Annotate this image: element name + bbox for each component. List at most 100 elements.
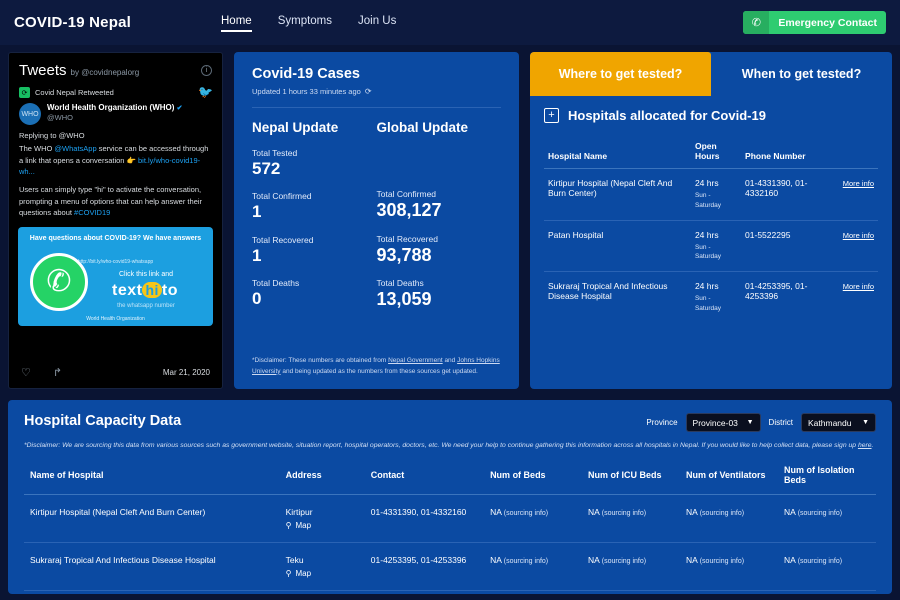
tweet-actions: ♡ ↱ Mar 21, 2020	[9, 358, 222, 388]
na-note: (sourcing info)	[504, 510, 548, 517]
col-num-of-isolation-beds: Num of Isolation Beds	[778, 465, 876, 495]
media-text-hi: texthito	[89, 282, 201, 300]
tweet-body-2-text: Users can simply type "hi" to activate t…	[19, 185, 202, 217]
app-root: COVID-19 Nepal Home Symptoms Join Us ✆ E…	[0, 0, 900, 600]
cell-num-icu-beds: NA (sourcing info)	[582, 542, 680, 590]
district-select[interactable]: Kathmandu ▼	[801, 413, 876, 432]
top-row: Tweets by @covidnepalorg i ⟳ Covid Nepal…	[8, 52, 892, 389]
capacity-filters: Province Province-03 ▼ District Kathmand…	[646, 413, 876, 432]
stat-label: Total Recovered	[377, 234, 502, 244]
cell-more-info: More info	[835, 220, 878, 272]
cell-hospital-name: Patan Hospital	[544, 220, 691, 272]
stat-total-deaths-nepal: Total Deaths 0	[252, 278, 377, 309]
table-row: Kirtipur Hospital (Nepal Cleft And Burn …	[544, 169, 878, 221]
hours-sub: Sun - Saturday	[695, 191, 737, 211]
nepal-update-heading: Nepal Update	[252, 120, 377, 135]
capacity-disclaimer: *Disclaimer: We are sourcing this data f…	[24, 441, 876, 452]
tab-where-to-get-tested[interactable]: Where to get tested?	[530, 52, 711, 96]
map-pin-icon: ⚲	[286, 569, 292, 578]
refresh-icon[interactable]: ⟳	[365, 87, 372, 96]
tweet-author-name-text: World Health Organization (WHO)	[47, 103, 174, 112]
tweet-replying-to: Replying to @WHO	[9, 129, 222, 143]
na-note: (sourcing info)	[602, 510, 646, 517]
hospitals-table-body: Kirtipur Hospital (Nepal Cleft And Burn …	[544, 169, 878, 323]
cell-hospital-name: Kirtipur Hospital (Nepal Cleft And Burn …	[24, 494, 280, 542]
stat-label: Total Recovered	[252, 235, 377, 245]
cell-hospital-name: Kirtipur Hospital (Nepal Cleft And Burn …	[544, 169, 691, 221]
capacity-header: Hospital Capacity Data Province Province…	[24, 413, 876, 432]
stat-label: Total Tested	[252, 148, 377, 158]
na-value: NA	[686, 555, 697, 565]
hours-main: 24 hrs	[695, 178, 737, 188]
info-icon[interactable]: i	[201, 65, 212, 76]
col-num-of-ventilators: Num of Ventilators	[680, 465, 778, 495]
district-value: Kathmandu	[808, 418, 851, 428]
cell-open-hours: 24 hrs Sun - Saturday	[691, 220, 741, 272]
retweet-icon: ⟳	[19, 87, 30, 98]
cell-num-isolation-beds: NA (sourcing info)	[778, 542, 876, 590]
media-sub: the whatsapp number	[91, 303, 201, 309]
cell-num-beds: NA (sourcing info)	[484, 494, 582, 542]
retweet-banner: ⟳ Covid Nepal Retweeted 🐦	[9, 85, 222, 103]
tweet-hashtag[interactable]: #COVID19	[74, 208, 110, 217]
province-label: Province	[646, 418, 677, 427]
more-info-link[interactable]: More info	[843, 282, 874, 291]
cell-num-beds: NA (sourcing info)	[484, 542, 582, 590]
stat-value: 1	[252, 201, 377, 222]
na-note: (sourcing info)	[700, 558, 744, 565]
more-info-link[interactable]: More info	[843, 231, 874, 240]
plus-box-icon[interactable]: +	[544, 108, 559, 123]
hospitals-table: Hospital Name Open Hours Phone Number Ki…	[544, 133, 878, 323]
na-note: (sourcing info)	[798, 558, 842, 565]
stat-value: 1	[252, 245, 377, 266]
cell-address: Teku ⚲Map	[280, 542, 365, 590]
address-text: Kirtipur	[286, 507, 359, 517]
emergency-contact-label: Emergency Contact	[769, 17, 886, 29]
province-select[interactable]: Province-03 ▼	[686, 413, 761, 432]
nepal-government-link[interactable]: Nepal Government	[388, 357, 443, 364]
col-phone-number: Phone Number	[741, 133, 835, 169]
brand-logo[interactable]: COVID-19 Nepal	[14, 14, 131, 31]
phone-icon: ✆	[743, 11, 769, 34]
whatsapp-icon: ✆	[30, 253, 88, 311]
more-info-link[interactable]: More info	[843, 179, 874, 188]
tweets-header: Tweets by @covidnepalorg i	[9, 53, 222, 85]
col-num-of-beds: Num of Beds	[484, 465, 582, 495]
media-to-word: to	[162, 282, 178, 299]
twitter-bird-icon: 🐦	[198, 85, 213, 99]
table-header-row: Name of Hospital Address Contact Num of …	[24, 465, 876, 495]
tweets-title: Tweets	[19, 62, 67, 79]
stat-total-confirmed-nepal: Total Confirmed 1	[252, 191, 377, 222]
nav-item-home[interactable]: Home	[221, 15, 252, 31]
tweet-media-image[interactable]: Have questions about COVID-19? We have a…	[18, 227, 213, 326]
cell-phone-number: 01-5522295	[741, 220, 835, 272]
cases-grid: Nepal Update Total Tested 572 Total Conf…	[252, 120, 501, 323]
nav-item-symptoms[interactable]: Symptoms	[278, 15, 332, 31]
tweets-account[interactable]: by @covidnepalorg	[71, 68, 140, 77]
na-value: NA	[588, 555, 599, 565]
cell-contact: 01-4331390, 01-4332160	[365, 494, 484, 542]
tweet-mention[interactable]: @WhatsApp	[54, 144, 96, 153]
table-row: Patan Hospital 24 hrs Sun - Saturday 01-…	[544, 220, 878, 272]
divider	[252, 107, 501, 108]
heart-icon[interactable]: ♡	[21, 366, 31, 379]
share-icon[interactable]: ↱	[53, 366, 62, 379]
na-value: NA	[490, 555, 501, 565]
get-tested-card: Where to get tested? When to get tested?…	[530, 52, 892, 389]
na-value: NA	[686, 507, 697, 517]
table-row: Kirtipur Hospital (Nepal Cleft And Burn …	[24, 494, 876, 542]
stat-value: 93,788	[377, 244, 502, 267]
tab-when-to-get-tested[interactable]: When to get tested?	[711, 52, 892, 96]
cell-contact: 01-4253395, 01-4253396	[365, 542, 484, 590]
signup-here-link[interactable]: here	[858, 442, 872, 449]
hospital-capacity-section: Hospital Capacity Data Province Province…	[8, 400, 892, 594]
emergency-contact-button[interactable]: ✆ Emergency Contact	[743, 11, 886, 34]
nav-item-join-us[interactable]: Join Us	[358, 15, 396, 31]
table-row: Sukraraj Tropical And Infectious Disease…	[24, 542, 876, 590]
hours-sub: Sun - Saturday	[695, 243, 737, 263]
map-link[interactable]: ⚲Map	[286, 569, 359, 578]
district-label: District	[769, 418, 793, 427]
stat-total-confirmed-global: Total Confirmed 308,127	[377, 189, 502, 222]
cell-num-icu-beds: NA (sourcing info)	[582, 494, 680, 542]
map-link[interactable]: ⚲Map	[286, 521, 359, 530]
